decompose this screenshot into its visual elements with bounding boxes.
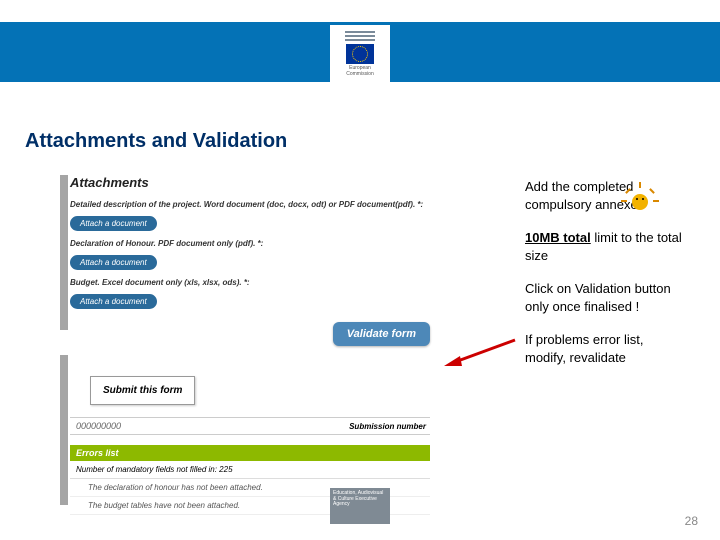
page-number: 28 [685,514,698,528]
note-validate-once: Click on Validation button only once fin… [525,280,685,315]
note-errors: If problems error list, modify, revalida… [525,331,685,366]
accent-bar [60,355,68,505]
note-add-annexes: Add the completed compulsory annexes [525,178,685,213]
page-title: Attachments and Validation [25,130,287,153]
eu-flag-icon [346,44,374,64]
attachments-heading: Attachments [70,175,430,190]
arrow-icon [440,338,520,368]
form-screenshot: Attachments Detailed description of the … [70,175,430,515]
attach-button[interactable]: Attach a document [70,216,157,231]
ec-logo: EuropeanCommission [330,25,390,100]
errors-summary: Number of mandatory fields not filled in… [70,461,430,479]
submission-number-value: 000000000 [70,421,340,431]
accent-bar [60,175,68,330]
attach-label: Detailed description of the project. Wor… [70,200,430,209]
logo-line2: Commission [346,71,374,77]
submission-number-label: Submission number [340,422,430,431]
attach-label: Budget. Excel document only (xls, xlsx, … [70,278,430,287]
lightbulb-icon [625,188,655,218]
note-size-limit: 10MB total limit to the total size [525,229,685,264]
attach-button[interactable]: Attach a document [70,255,157,270]
attach-label: Declaration of Honour. PDF document only… [70,239,430,248]
errors-header: Errors list [70,445,430,461]
validate-button[interactable]: Validate form [333,322,430,346]
agency-footer: Education, Audiovisual & Culture Executi… [330,488,390,524]
submit-button[interactable]: Submit this form [90,376,195,405]
attach-button[interactable]: Attach a document [70,294,157,309]
instructions: Add the completed compulsory annexes 10M… [525,178,685,382]
